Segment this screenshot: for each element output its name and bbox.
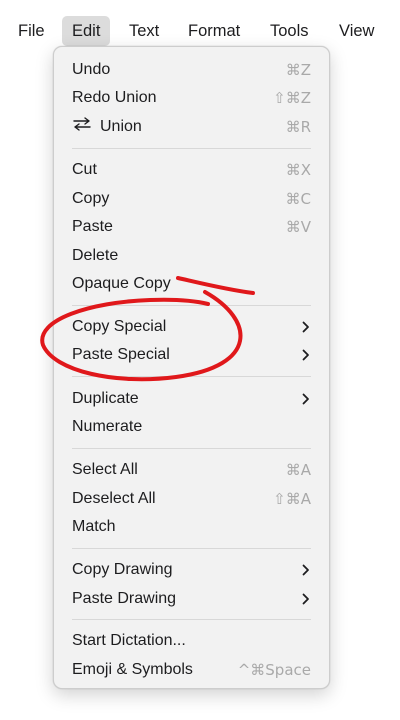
menu-item-cut[interactable]: Cut ⌘X — [54, 156, 329, 184]
menu-item-shortcut: ⌘Z — [285, 61, 311, 79]
menubar-file[interactable]: File — [8, 16, 55, 46]
menubar-tools[interactable]: Tools — [260, 16, 319, 46]
menubar-view[interactable]: View — [329, 16, 384, 46]
menu-item-copy-drawing[interactable]: Copy Drawing — [54, 556, 329, 584]
menu-item-paste-special[interactable]: Paste Special — [54, 341, 329, 369]
chevron-right-icon — [301, 313, 311, 341]
menu-item-union[interactable]: Union ⌘R — [54, 113, 329, 141]
swap-arrows-icon — [72, 113, 92, 141]
menu-item-shortcut: ⌘A — [285, 461, 311, 479]
menu-item-label: Copy Drawing — [72, 561, 173, 578]
menu-item-label: Paste Drawing — [72, 590, 177, 607]
menu-bar: File Edit Text Format Tools View — [0, 14, 400, 48]
menubar-text[interactable]: Text — [119, 16, 169, 46]
menu-item-label: Cut — [72, 161, 97, 178]
menu-item-shortcut: ⇧⌘A — [273, 490, 311, 508]
menu-item-emoji-symbols[interactable]: Emoji & Symbols ^⌘Space — [54, 656, 329, 684]
menubar-edit[interactable]: Edit — [62, 16, 111, 46]
menu-separator — [72, 305, 311, 306]
menu-item-duplicate[interactable]: Duplicate — [54, 385, 329, 413]
menu-separator — [72, 548, 311, 549]
menu-item-label: Delete — [72, 247, 119, 264]
chevron-right-icon — [301, 341, 311, 369]
menu-item-label: Start Dictation... — [72, 632, 186, 649]
menu-item-undo[interactable]: Undo ⌘Z — [54, 56, 329, 84]
menu-item-shortcut: ⌘R — [285, 118, 311, 136]
menu-item-shortcut: ⌘C — [285, 190, 311, 208]
menu-item-paste[interactable]: Paste ⌘V — [54, 213, 329, 241]
menu-item-start-dictation[interactable]: Start Dictation... — [54, 627, 329, 655]
menu-item-label: Union — [100, 118, 142, 136]
menu-item-redo-union[interactable]: Redo Union ⇧⌘Z — [54, 84, 329, 112]
menu-item-shortcut: ⌘V — [285, 218, 311, 236]
chevron-right-icon — [301, 556, 311, 584]
menu-item-select-all[interactable]: Select All ⌘A — [54, 456, 329, 484]
menu-item-shortcut: ⇧⌘Z — [273, 89, 311, 107]
menu-item-label: Select All — [72, 461, 138, 478]
menu-separator — [72, 376, 311, 377]
menu-separator — [72, 619, 311, 620]
menu-item-label: Deselect All — [72, 490, 156, 507]
menu-item-label: Redo Union — [72, 89, 157, 106]
menu-item-label: Numerate — [72, 418, 143, 435]
menu-item-label: Paste Special — [72, 346, 170, 363]
menu-item-shortcut: ⌘X — [285, 161, 311, 179]
menu-item-label: Copy Special — [72, 318, 167, 335]
menu-item-deselect-all[interactable]: Deselect All ⇧⌘A — [54, 485, 329, 513]
menubar-format[interactable]: Format — [178, 16, 250, 46]
menu-separator — [72, 148, 311, 149]
menu-item-label: Duplicate — [72, 390, 139, 407]
menu-item-label-wrap: Union — [72, 113, 142, 141]
menu-item-numerate[interactable]: Numerate — [54, 413, 329, 441]
edit-menu-dropdown: Undo ⌘Z Redo Union ⇧⌘Z Union ⌘R Cut ⌘X C… — [53, 46, 330, 689]
menu-item-label: Undo — [72, 61, 111, 78]
menu-item-delete[interactable]: Delete — [54, 242, 329, 270]
menu-item-paste-drawing[interactable]: Paste Drawing — [54, 585, 329, 613]
chevron-right-icon — [301, 585, 311, 613]
menu-item-label: Opaque Copy — [72, 275, 171, 292]
menu-item-match[interactable]: Match — [54, 513, 329, 541]
chevron-right-icon — [301, 385, 311, 413]
menu-item-copy[interactable]: Copy ⌘C — [54, 185, 329, 213]
menu-item-copy-special[interactable]: Copy Special — [54, 313, 329, 341]
menu-item-shortcut: ^⌘Space — [237, 661, 311, 679]
menu-item-label: Emoji & Symbols — [72, 661, 193, 678]
menu-item-label: Match — [72, 518, 116, 535]
menu-item-label: Paste — [72, 218, 113, 235]
menu-item-label: Copy — [72, 190, 110, 207]
menu-separator — [72, 448, 311, 449]
menu-item-opaque-copy[interactable]: Opaque Copy — [54, 270, 329, 298]
